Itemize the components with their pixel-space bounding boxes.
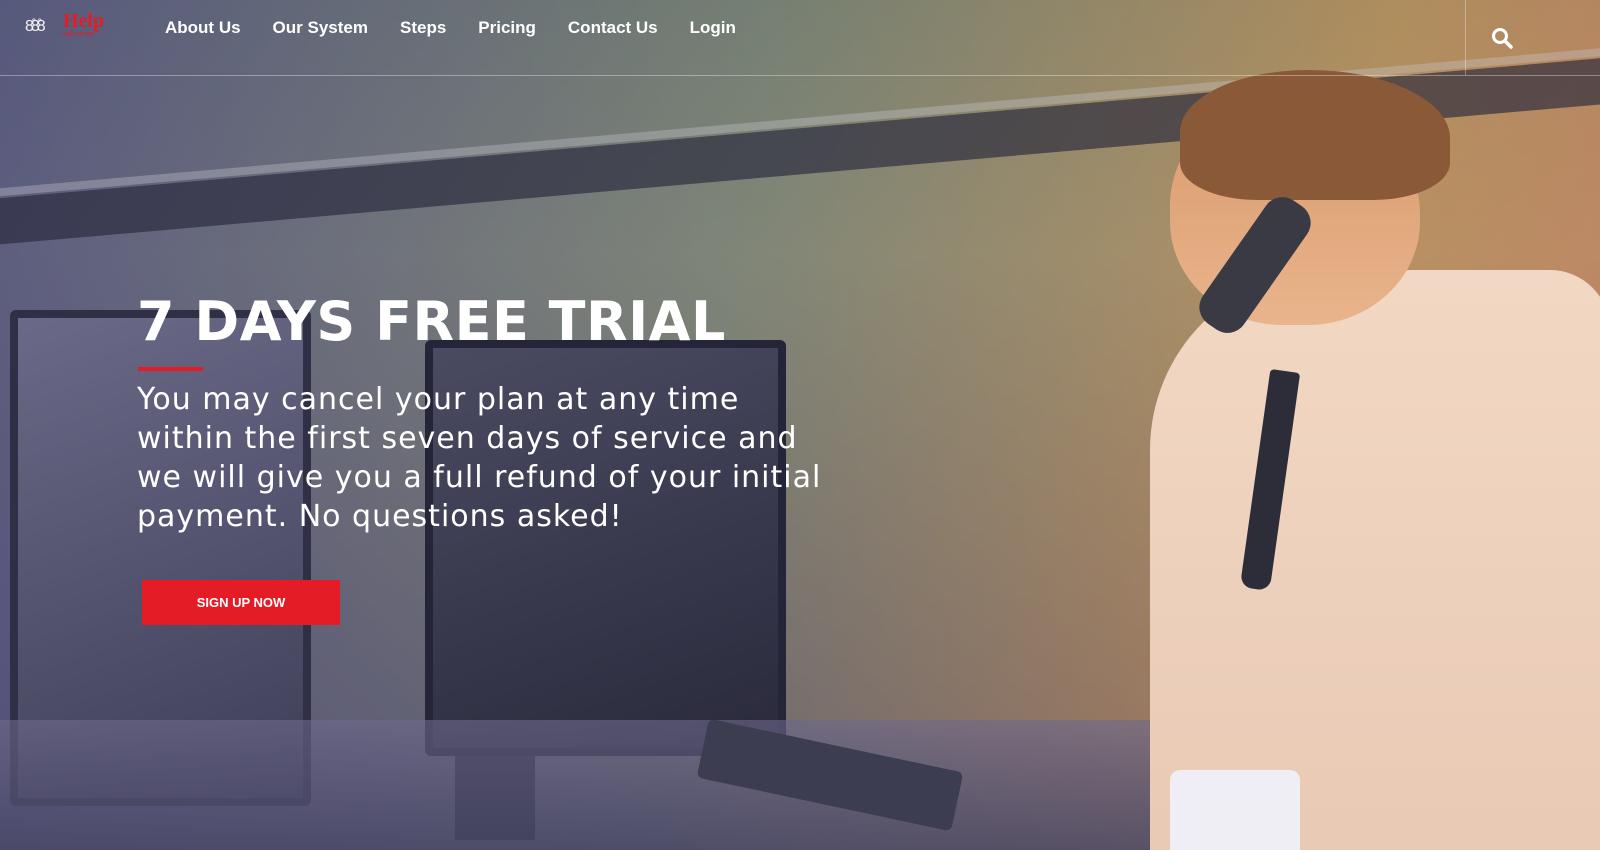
nav-item-our-system[interactable]: Our System: [273, 18, 368, 38]
top-navbar: 8̊8̊8 Help call center About Us Our Syst…: [0, 0, 1600, 76]
nav-item-pricing[interactable]: Pricing: [478, 18, 536, 38]
nav-item-login[interactable]: Login: [690, 18, 736, 38]
background-person-shirt: [1150, 270, 1600, 850]
background-mug: [1170, 770, 1300, 850]
nav-item-about-us[interactable]: About Us: [165, 18, 241, 38]
nav-item-contact-us[interactable]: Contact Us: [568, 18, 658, 38]
nav-item-steps[interactable]: Steps: [400, 18, 446, 38]
logo-text: Help: [63, 10, 105, 32]
logo-people-icon: 8̊8̊8: [25, 18, 46, 35]
search-button[interactable]: [1490, 26, 1516, 52]
navbar-divider: [1465, 0, 1466, 75]
sign-up-button[interactable]: SIGN UP NOW: [142, 580, 340, 625]
search-icon: [1492, 28, 1513, 49]
headline-accent-line: [138, 367, 203, 371]
hero-headline: 7 DAYS FREE TRIAL: [137, 290, 726, 353]
background-person-hair: [1180, 70, 1450, 200]
main-nav: About Us Our System Steps Pricing Contac…: [165, 18, 736, 38]
logo-subtext: call center: [63, 31, 95, 38]
site-logo[interactable]: 8̊8̊8 Help call center: [25, 10, 115, 40]
hero-description: You may cancel your plan at any time wit…: [137, 382, 822, 534]
